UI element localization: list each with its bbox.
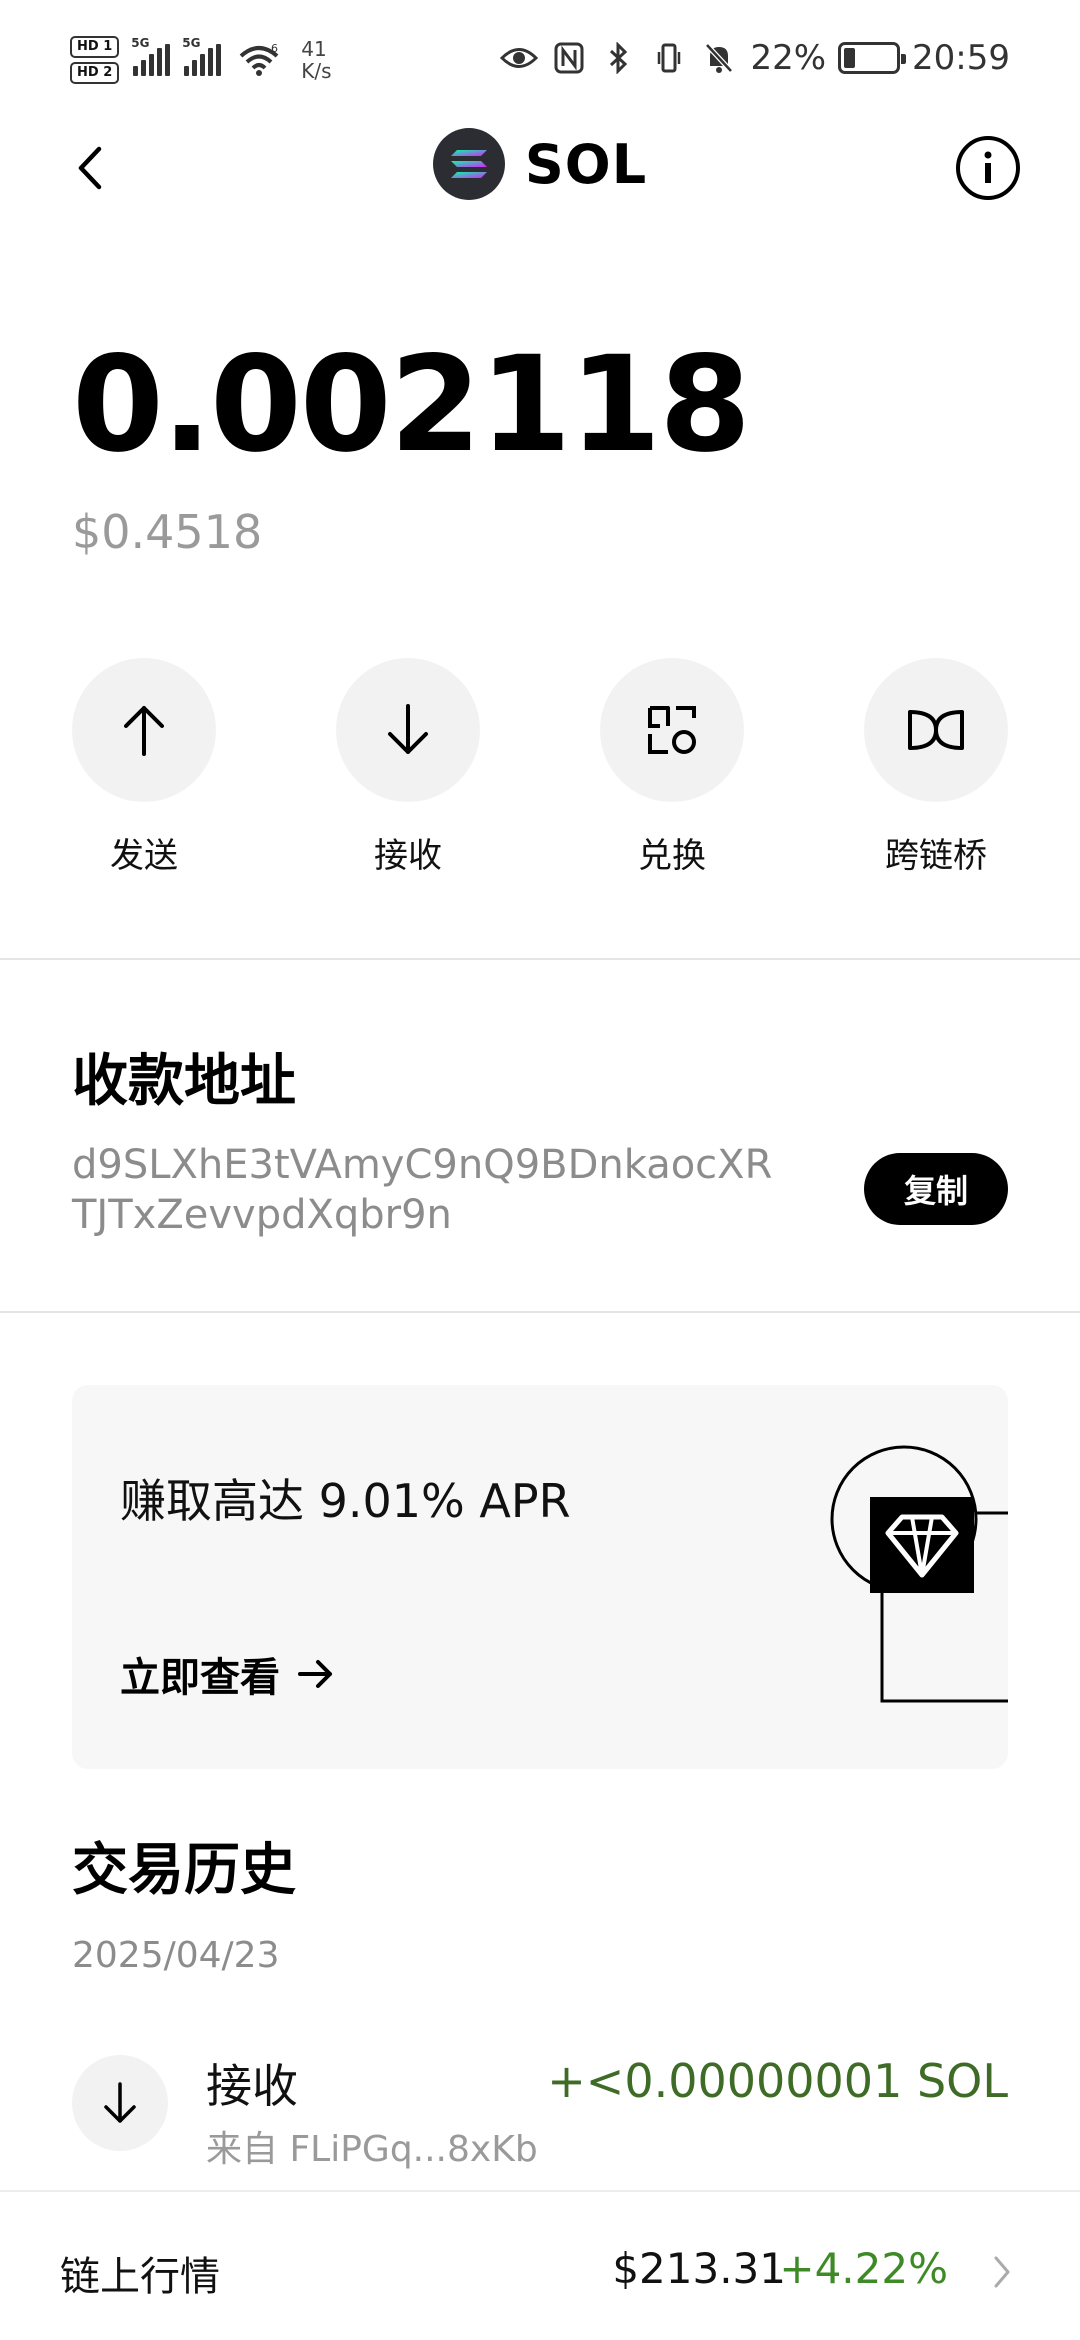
history-date: 2025/04/23 — [72, 1935, 280, 1976]
solana-logo-icon — [432, 128, 505, 200]
hd1-badge: HD 1 — [70, 36, 120, 58]
battery-icon — [838, 42, 907, 74]
header: SOL — [0, 120, 1080, 220]
network-speed: 41 K/s — [301, 37, 332, 83]
bluetooth-icon — [600, 41, 638, 75]
arrow-down-icon — [104, 2082, 136, 2123]
vibrate-icon — [650, 41, 688, 75]
action-row: 发送 接收 兑换 跨链桥 — [72, 658, 1008, 877]
receive-address-title: 收款地址 — [72, 1049, 296, 1114]
arrow-right-icon — [298, 1660, 332, 1688]
receive-tx-icon — [72, 2055, 168, 2151]
market-price: $213.31 — [612, 2244, 786, 2293]
tx-type: 接收 — [206, 2059, 298, 2113]
bridge-icon — [908, 710, 964, 750]
hd2-badge: HD 2 — [70, 62, 120, 84]
arrow-up-icon — [124, 706, 164, 756]
receive-button[interactable]: 接收 — [336, 658, 480, 877]
page-title: SOL — [524, 132, 648, 196]
status-bar: HD 1 HD 2 5G 5G 6 41 K/s 22% 20:59 — [0, 0, 1080, 120]
diamond-illustration-icon — [830, 1445, 1008, 1703]
mute-bell-icon — [700, 41, 738, 75]
svg-text:6: 6 — [271, 42, 278, 55]
token-title: SOL — [0, 128, 1080, 200]
battery-percent: 22% — [750, 38, 827, 78]
view-now-link[interactable]: 立即查看 — [120, 1645, 334, 1703]
divider — [0, 1311, 1080, 1313]
nfc-icon — [550, 41, 588, 75]
battery-level — [844, 48, 856, 68]
info-icon — [984, 151, 992, 183]
eye-icon — [500, 41, 539, 75]
transaction-history-title: 交易历史 — [72, 1838, 296, 1903]
market-change: +4.22% — [779, 2244, 948, 2293]
market-info-bar[interactable]: 链上行情 $213.31 +4.22% — [0, 2190, 1080, 2340]
signal-2-icon: 5G — [182, 36, 222, 76]
market-label: 链上行情 — [60, 2254, 220, 2300]
token-balance: 0.002118 — [72, 328, 751, 482]
swap-button[interactable]: 兑换 — [600, 658, 744, 877]
promo-text: 赚取高达 9.01% APR — [120, 1474, 571, 1528]
tx-amount: +<0.00000001 SOL — [547, 2054, 1008, 2108]
swap-label: 兑换 — [638, 836, 706, 876]
tx-from: 来自 FLiPGq...8xKb — [206, 2129, 538, 2170]
copy-button[interactable]: 复制 — [864, 1153, 1008, 1225]
divider — [0, 958, 1080, 960]
send-button[interactable]: 发送 — [72, 658, 216, 877]
send-label: 发送 — [110, 836, 178, 876]
balance-usd-value: $0.4518 — [72, 505, 263, 559]
info-button[interactable] — [956, 136, 1020, 200]
clock: 20:59 — [912, 38, 1010, 78]
bridge-label: 跨链桥 — [885, 836, 987, 876]
wallet-address: d9SLXhE3tVAmyC9nQ9BDnkaocXRTJTxZevvpdXqb… — [72, 1142, 773, 1238]
status-left: HD 1 HD 2 5G 5G 6 41 K/s — [70, 30, 332, 90]
bridge-button[interactable]: 跨链桥 — [864, 658, 1008, 877]
staking-promo-card[interactable]: 赚取高达 9.01% APR 立即查看 — [72, 1385, 1008, 1769]
wifi-icon: 6 — [239, 42, 279, 76]
chevron-right-icon — [982, 2252, 1022, 2292]
table-row[interactable]: 接收 来自 FLiPGq...8xKb +<0.00000001 SOL — [72, 2040, 1008, 2170]
arrow-down-icon — [388, 704, 428, 754]
token-detail-page: HD 1 HD 2 5G 5G 6 41 K/s 22% 20:59 SOL 0… — [0, 0, 1080, 2340]
status-right: 22% 20:59 — [500, 38, 1010, 78]
swap-icon — [648, 706, 696, 754]
receive-label: 接收 — [374, 836, 442, 876]
signal-1-icon: 5G — [131, 36, 171, 76]
